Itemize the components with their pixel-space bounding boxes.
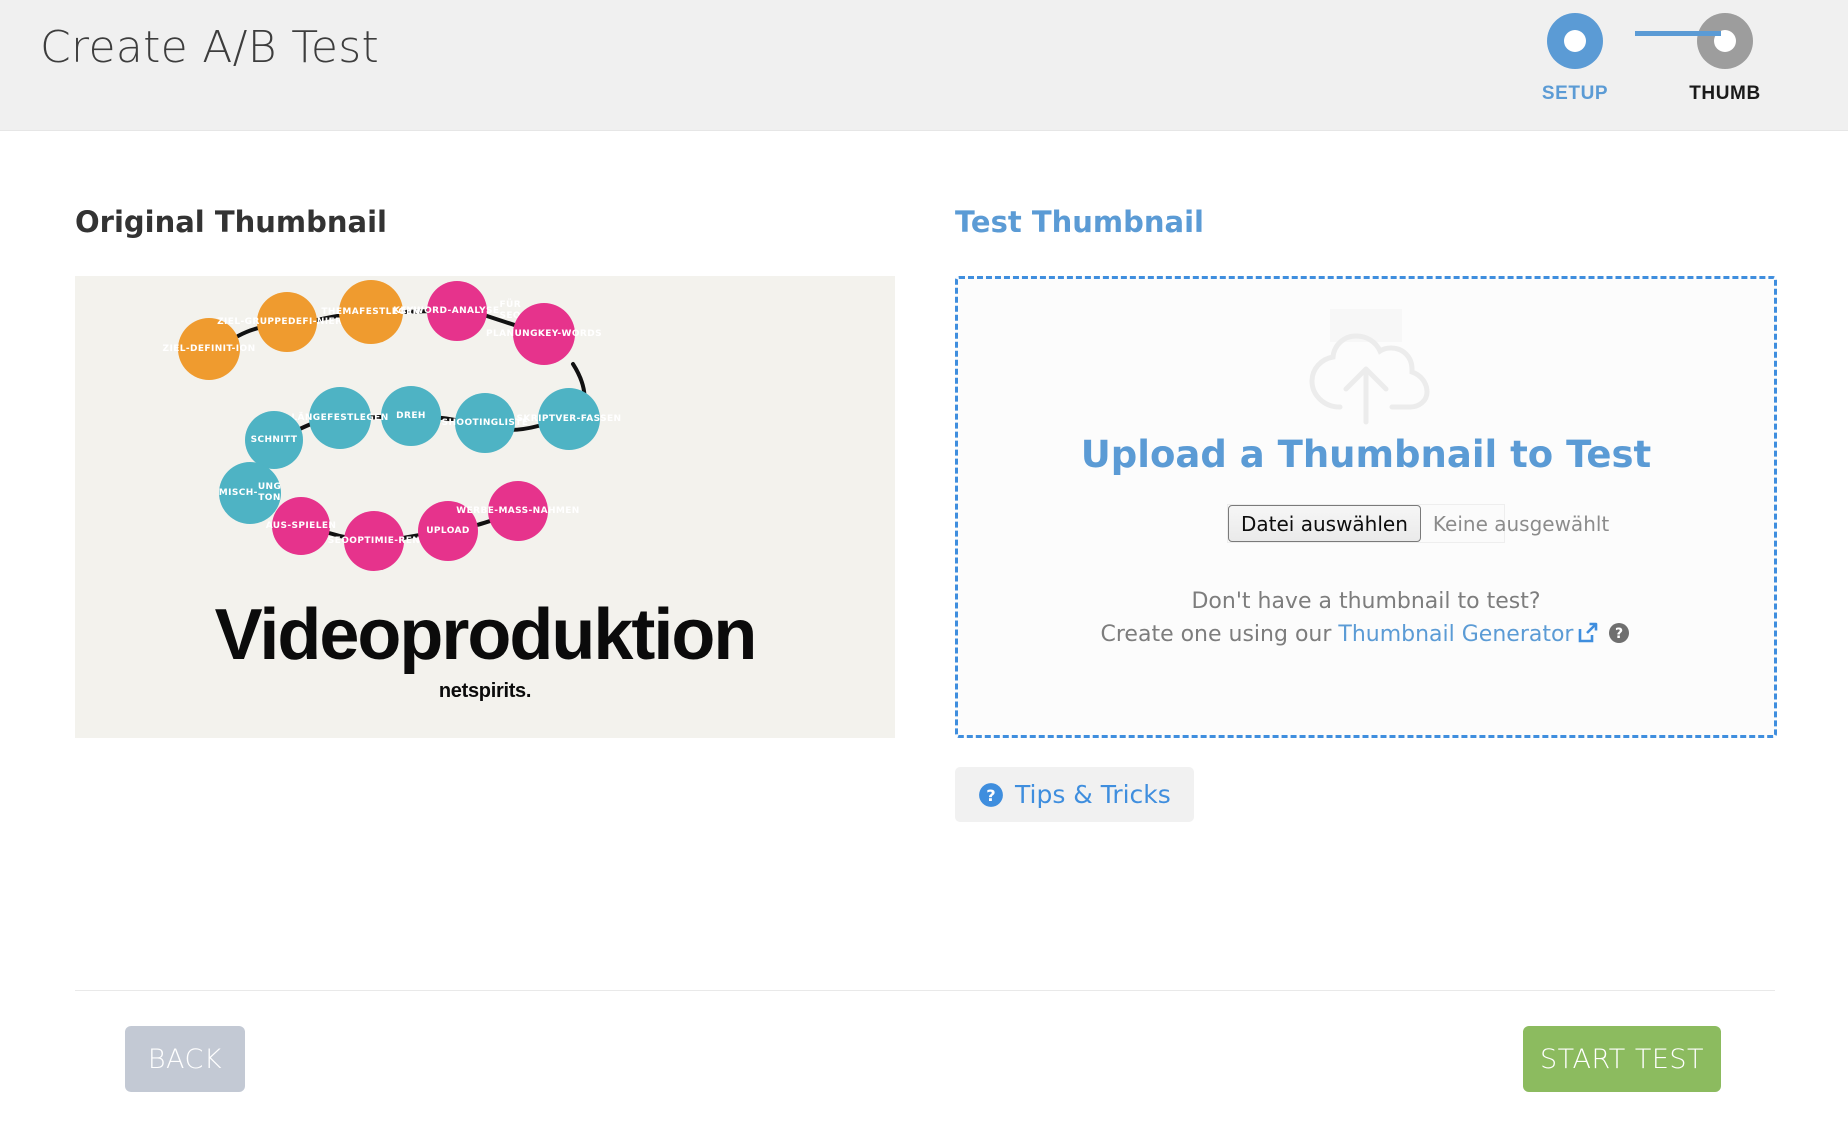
original-thumbnail-column: Original Thumbnail ZIEL-DEFINIT-ION ZIEL-…: [75, 205, 897, 738]
file-input-row[interactable]: Datei auswählen Keine ausgewählt: [1227, 504, 1505, 543]
thumbnail-node: SHOOTINGLISTE: [455, 393, 515, 453]
file-status-text: Keine ausgewählt: [1421, 505, 1609, 542]
svg-text:?: ?: [986, 785, 995, 804]
thumbnail-dropzone[interactable]: Upload a Thumbnail to Test Datei auswähl…: [955, 276, 1777, 738]
thumbnail-node: DREH: [381, 386, 441, 446]
thumbnail-node: KEYWORD-ANALYSEFÜR SEO: [427, 281, 487, 341]
thumbnail-node: SCHNITT: [245, 411, 303, 469]
thumbnail-node: SKRIPTVER-FASSEN: [538, 388, 600, 450]
thumbnail-node: WERBE-MASS-NAHMEN: [488, 481, 548, 541]
test-thumbnail-column: Test Thumbnail Upload a Thumbnail to Tes…: [955, 205, 1777, 822]
step-dot-inner: [1564, 30, 1586, 52]
thumbnail-node: LÄNGEFESTLEGEN: [309, 387, 371, 449]
dropzone-helper-text: Don't have a thumbnail to test? Create o…: [1101, 585, 1632, 651]
tips-and-tricks-label: Tips & Tricks: [1015, 780, 1171, 809]
original-thumbnail-heading: Original Thumbnail: [75, 205, 897, 239]
page-title: Create A/B Test: [40, 22, 379, 73]
thumbnail-node: SEOOPTIMIE-REN: [344, 511, 404, 571]
thumbnail-node: PLANUNGKEY-WORDS: [513, 303, 575, 365]
thumbnail-generator-link[interactable]: Thumbnail Generator: [1338, 622, 1573, 647]
page-header: Create A/B Test SETUP THUMB: [0, 0, 1848, 131]
test-thumbnail-heading: Test Thumbnail: [955, 205, 1777, 239]
original-thumbnail-image: ZIEL-DEFINIT-IONZIEL-GRUPPEDEFI-NIERENTH…: [75, 276, 895, 738]
cloud-upload-icon: [1296, 309, 1436, 427]
help-circle-icon: ?: [978, 782, 1004, 808]
external-link-icon[interactable]: [1577, 622, 1599, 644]
wizard-stepper: SETUP THUMB: [1500, 10, 1800, 122]
help-circle-icon[interactable]: ?: [1607, 621, 1631, 645]
step-dot-setup: [1547, 13, 1603, 69]
stepper-step-thumb[interactable]: THUMB: [1650, 10, 1800, 105]
step-dot-thumb: [1697, 13, 1753, 69]
step-label-setup: SETUP: [1542, 83, 1608, 105]
svg-text:?: ?: [1615, 626, 1623, 642]
back-button[interactable]: BACK: [125, 1026, 245, 1092]
thumbnail-node: AUS-SPIELEN: [272, 497, 330, 555]
choose-file-button[interactable]: Datei auswählen: [1228, 505, 1421, 542]
upload-title: Upload a Thumbnail to Test: [1081, 433, 1651, 476]
footer-divider: [75, 990, 1775, 991]
stepper-step-setup[interactable]: SETUP: [1500, 10, 1650, 105]
stepper-connector: [1635, 31, 1721, 36]
thumbnail-node: ZIEL-GRUPPEDEFI-NIEREN: [257, 292, 317, 352]
tips-and-tricks-button[interactable]: ? Tips & Tricks: [955, 767, 1194, 822]
helper-prefix: Create one using our: [1101, 622, 1339, 647]
thumbnail-node: ZIEL-DEFINIT-ION: [178, 318, 240, 380]
thumbnail-node: MISCH-UNG TON: [219, 462, 281, 524]
helper-line-1: Don't have a thumbnail to test?: [1101, 585, 1632, 618]
step-label-thumb: THUMB: [1689, 83, 1761, 105]
helper-line-2: Create one using our Thumbnail Generator…: [1101, 618, 1632, 651]
start-test-button[interactable]: START TEST: [1523, 1026, 1721, 1092]
